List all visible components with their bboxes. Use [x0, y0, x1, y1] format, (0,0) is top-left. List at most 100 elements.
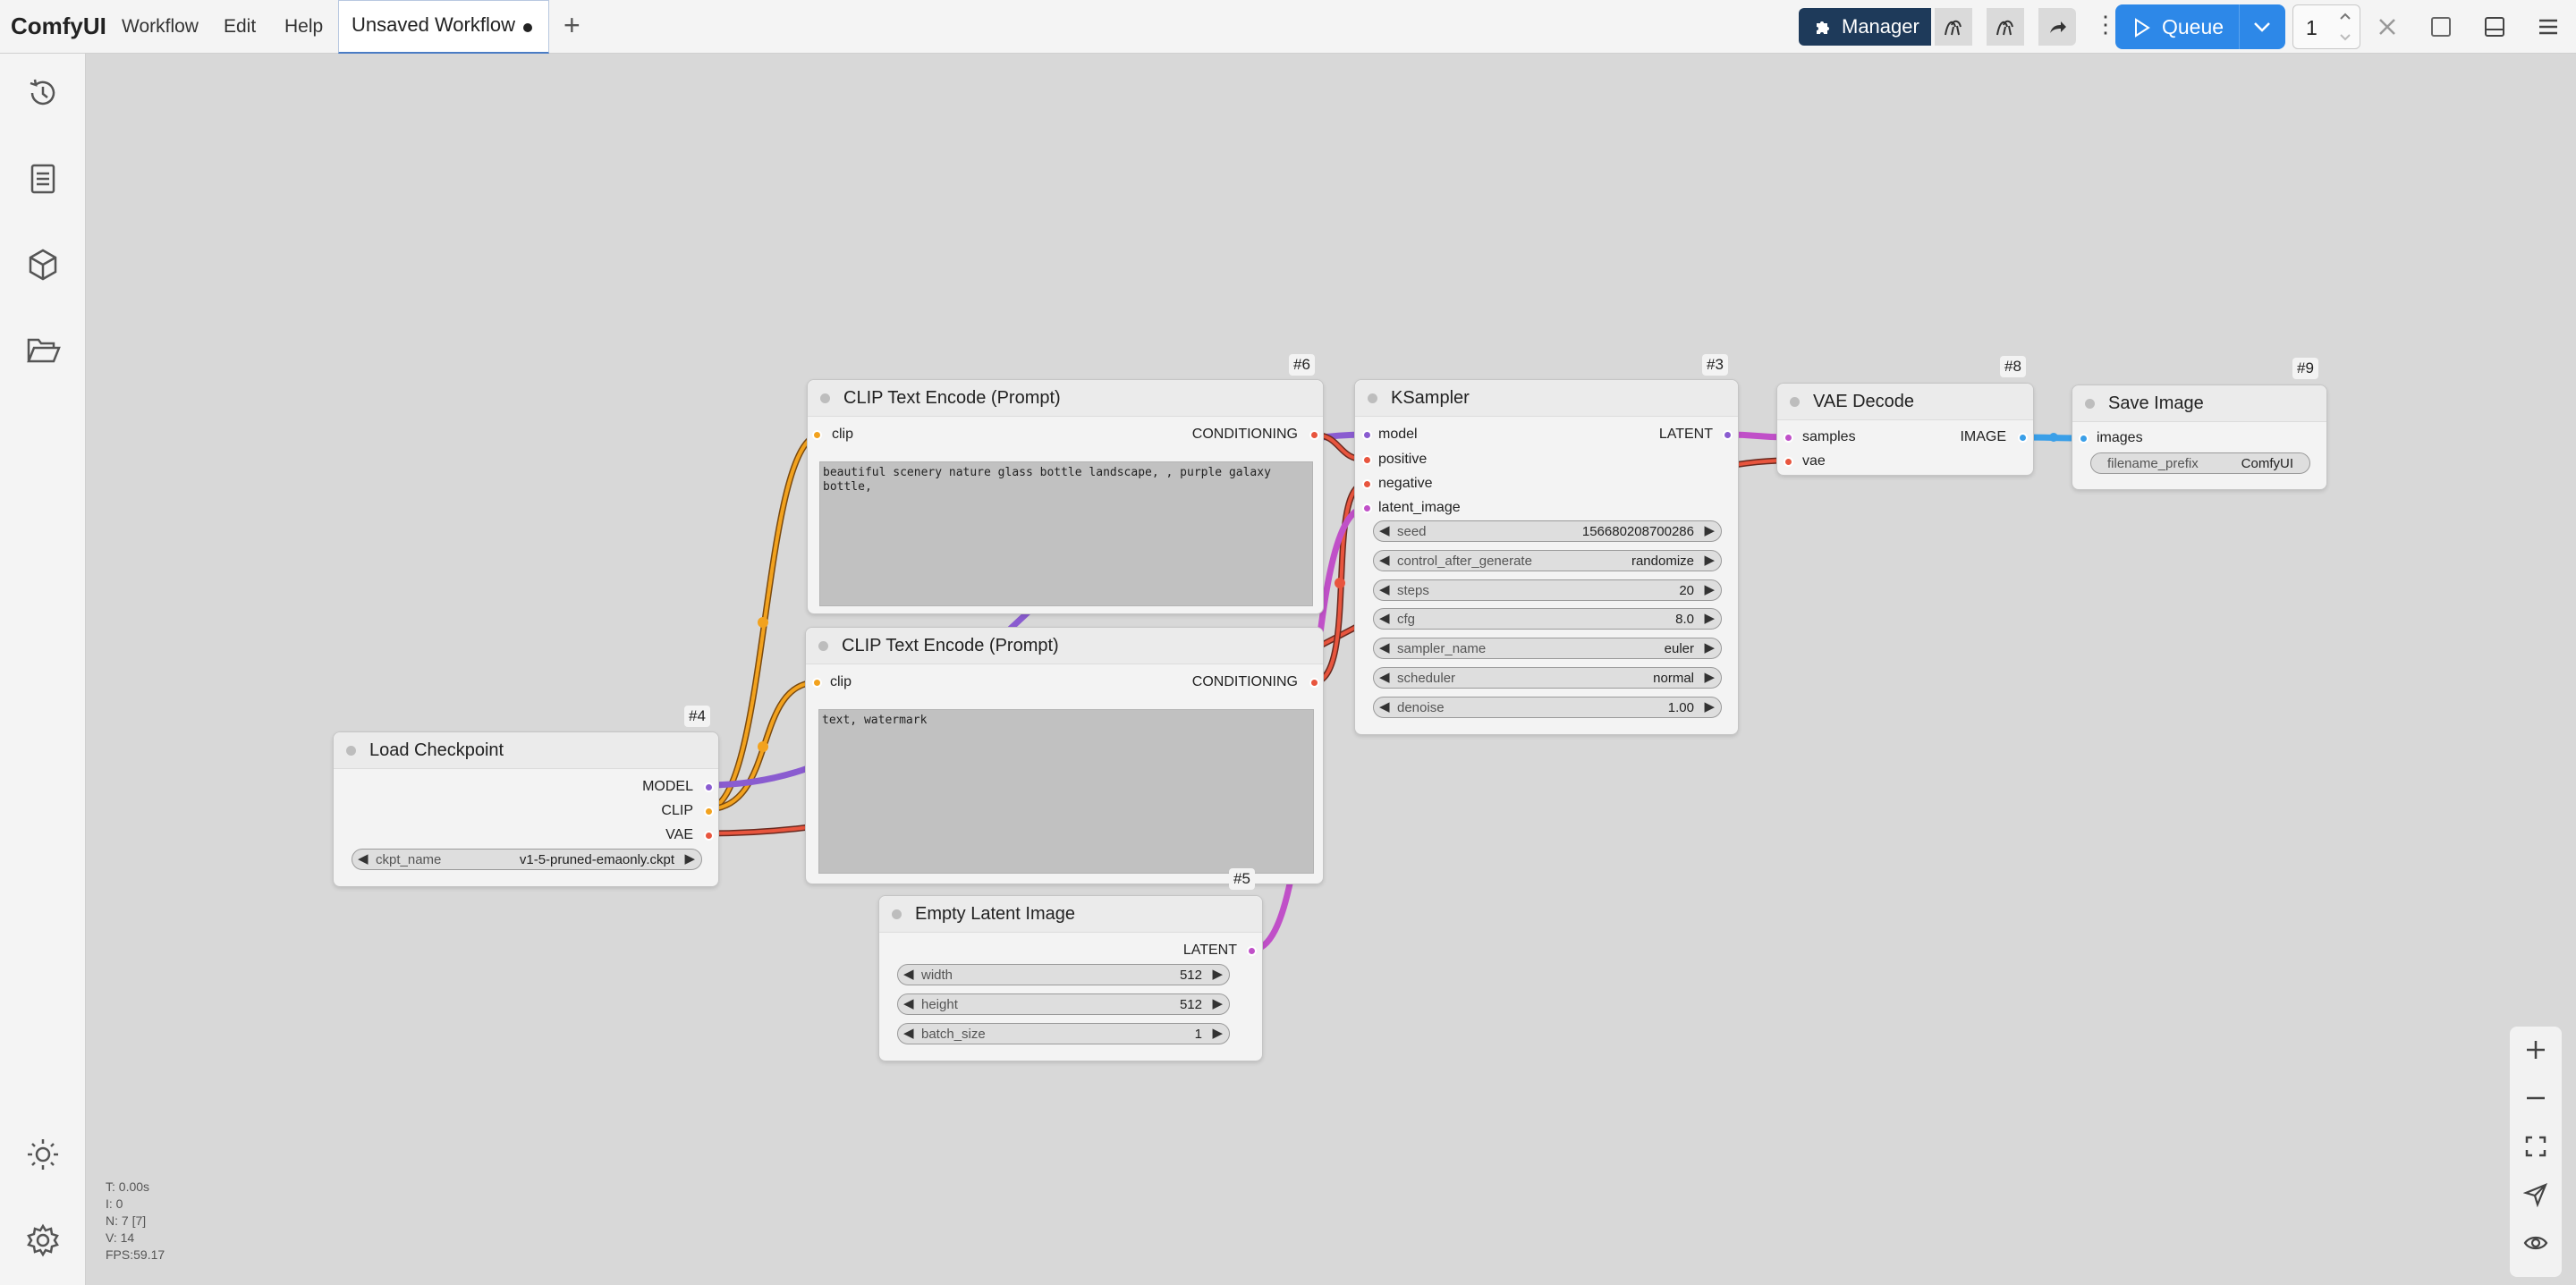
load-checkpoint-node[interactable]: Load Checkpoint MODEL CLIP VAE ◀ ckpt_na… — [333, 731, 719, 887]
decrement-arrow-icon[interactable]: ◀ — [1379, 581, 1390, 597]
zoom-out-icon[interactable] — [2523, 1086, 2548, 1111]
chevron-down-icon[interactable] — [2251, 19, 2273, 35]
scheduler-widget[interactable]: ◀ scheduler normal ▶ — [1373, 667, 1722, 689]
bottom-panel-icon[interactable] — [2483, 15, 2506, 38]
clip-text-encode-negative-node[interactable]: CLIP Text Encode (Prompt) clip CONDITION… — [805, 627, 1324, 884]
history-icon[interactable] — [25, 75, 61, 111]
batch-size-widget[interactable]: ◀ batch_size 1 ▶ — [897, 1023, 1230, 1044]
latent-output-socket[interactable] — [1723, 430, 1733, 440]
save-image-node[interactable]: Save Image images filename_prefix ComfyU… — [2072, 385, 2327, 490]
clip-output-socket[interactable] — [704, 807, 714, 816]
close-icon[interactable] — [2376, 15, 2399, 38]
zoom-in-icon[interactable] — [2523, 1037, 2548, 1062]
model-output-socket[interactable] — [704, 782, 714, 792]
queue-count-input[interactable]: 1 — [2292, 4, 2360, 49]
denoise-widget[interactable]: ◀ denoise 1.00 ▶ — [1373, 697, 1722, 718]
prompt-textarea[interactable]: text, watermark — [818, 709, 1314, 874]
menu-edit[interactable]: Edit — [224, 16, 256, 38]
queue-button[interactable]: Queue — [2115, 4, 2285, 49]
width-widget[interactable]: ◀ width 512 ▶ — [897, 964, 1230, 985]
collapse-dot-icon[interactable] — [346, 746, 356, 756]
navigate-arrow-icon[interactable] — [2523, 1182, 2548, 1207]
sampler-name-widget[interactable]: ◀ sampler_name euler ▶ — [1373, 638, 1722, 659]
new-tab-plus-icon[interactable]: + — [564, 9, 580, 42]
node-header[interactable]: CLIP Text Encode (Prompt) — [806, 628, 1323, 664]
latent-output-socket[interactable] — [1247, 946, 1257, 956]
increment-arrow-icon[interactable]: ▶ — [1704, 552, 1715, 568]
collapse-dot-icon[interactable] — [892, 909, 902, 919]
node-header[interactable]: CLIP Text Encode (Prompt) — [808, 380, 1323, 417]
latent-image-input-socket[interactable] — [1362, 503, 1372, 513]
image-output-socket[interactable] — [2018, 433, 2028, 443]
decrement-arrow-icon[interactable]: ◀ — [1379, 522, 1390, 538]
control-after-generate-widget[interactable]: ◀ control_after_generate randomize ▶ — [1373, 550, 1722, 571]
decrement-arrow-icon[interactable]: ◀ — [358, 850, 369, 867]
height-widget[interactable]: ◀ height 512 ▶ — [897, 993, 1230, 1015]
node-header[interactable]: Empty Latent Image — [879, 896, 1262, 933]
clip-input-socket[interactable] — [812, 430, 822, 440]
visibility-eye-icon[interactable] — [2523, 1230, 2548, 1255]
vae-decode-node[interactable]: VAE Decode samples vae IMAGE — [1776, 383, 2034, 476]
collapse-dot-icon[interactable] — [1368, 393, 1377, 403]
decrement-arrow-icon[interactable]: ◀ — [1379, 610, 1390, 626]
theme-sun-icon[interactable] — [25, 1137, 61, 1172]
increment-arrow-icon[interactable]: ▶ — [1704, 522, 1715, 538]
more-options-icon[interactable]: ⋮ — [2094, 11, 2117, 38]
collapse-dot-icon[interactable] — [818, 641, 828, 651]
chevron-up-icon[interactable] — [2338, 11, 2352, 21]
folder-open-icon[interactable] — [25, 333, 61, 368]
node-header[interactable]: Save Image — [2072, 385, 2326, 422]
settings-gear-icon[interactable] — [25, 1222, 61, 1258]
collapse-dot-icon[interactable] — [2085, 399, 2095, 409]
empty-latent-image-node[interactable]: Empty Latent Image LATENT ◀ width 512 ▶ … — [878, 895, 1263, 1061]
positive-input-socket[interactable] — [1362, 455, 1372, 465]
increment-arrow-icon[interactable]: ▶ — [1212, 995, 1223, 1011]
increment-arrow-icon[interactable]: ▶ — [1704, 639, 1715, 655]
samples-input-socket[interactable] — [1784, 433, 1793, 443]
cube-icon[interactable] — [25, 247, 61, 283]
vae-input-socket[interactable] — [1784, 457, 1793, 467]
focus-mode-icon[interactable] — [2429, 15, 2453, 38]
menu-help[interactable]: Help — [284, 16, 323, 38]
steps-widget[interactable]: ◀ steps 20 ▶ — [1373, 579, 1722, 601]
workflow-tab[interactable]: Unsaved Workflow — [338, 0, 549, 54]
chevron-down-icon[interactable] — [2338, 32, 2352, 43]
fit-view-icon[interactable] — [2523, 1134, 2548, 1159]
collapse-dot-icon[interactable] — [820, 393, 830, 403]
node-header[interactable]: Load Checkpoint — [334, 732, 718, 769]
increment-arrow-icon[interactable]: ▶ — [1704, 581, 1715, 597]
app-logo[interactable]: ComfyUI — [11, 13, 106, 40]
manager-extra-button-1[interactable] — [1935, 8, 1972, 46]
prompt-textarea[interactable]: beautiful scenery nature glass bottle la… — [819, 461, 1313, 606]
images-input-socket[interactable] — [2079, 434, 2089, 444]
manager-extra-button-2[interactable] — [1987, 8, 2024, 46]
conditioning-output-socket[interactable] — [1309, 678, 1319, 688]
decrement-arrow-icon[interactable]: ◀ — [1379, 698, 1390, 714]
decrement-arrow-icon[interactable]: ◀ — [1379, 552, 1390, 568]
queue-list-icon[interactable] — [25, 161, 61, 197]
collapse-dot-icon[interactable] — [1790, 397, 1800, 407]
ksampler-node[interactable]: KSampler model positive negative latent_… — [1354, 379, 1739, 735]
filename-prefix-widget[interactable]: filename_prefix ComfyUI — [2090, 452, 2310, 474]
negative-input-socket[interactable] — [1362, 479, 1372, 489]
decrement-arrow-icon[interactable]: ◀ — [903, 995, 914, 1011]
increment-arrow-icon[interactable]: ▶ — [1704, 669, 1715, 685]
decrement-arrow-icon[interactable]: ◀ — [903, 966, 914, 982]
decrement-arrow-icon[interactable]: ◀ — [1379, 669, 1390, 685]
increment-arrow-icon[interactable]: ▶ — [1212, 1025, 1223, 1041]
hamburger-menu-icon[interactable] — [2537, 15, 2560, 38]
increment-arrow-icon[interactable]: ▶ — [684, 850, 695, 867]
node-header[interactable]: KSampler — [1355, 380, 1738, 417]
share-button[interactable] — [2038, 8, 2076, 46]
menu-workflow[interactable]: Workflow — [122, 16, 199, 38]
conditioning-output-socket[interactable] — [1309, 430, 1319, 440]
decrement-arrow-icon[interactable]: ◀ — [903, 1025, 914, 1041]
model-input-socket[interactable] — [1362, 430, 1372, 440]
vae-output-socket[interactable] — [704, 831, 714, 841]
clip-text-encode-positive-node[interactable]: CLIP Text Encode (Prompt) clip CONDITION… — [807, 379, 1324, 614]
ckpt-name-widget[interactable]: ◀ ckpt_name v1-5-pruned-emaonly.ckpt ▶ — [352, 849, 702, 870]
increment-arrow-icon[interactable]: ▶ — [1212, 966, 1223, 982]
cfg-widget[interactable]: ◀ cfg 8.0 ▶ — [1373, 608, 1722, 630]
increment-arrow-icon[interactable]: ▶ — [1704, 610, 1715, 626]
node-header[interactable]: VAE Decode — [1777, 384, 2033, 420]
